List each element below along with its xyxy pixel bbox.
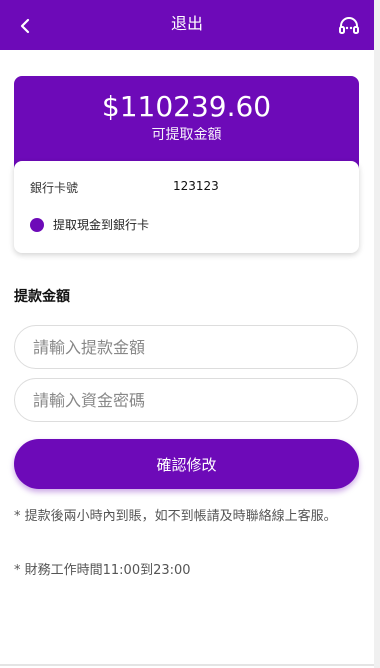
headset-icon — [339, 17, 359, 34]
bank-card-label: 銀行卡號 — [30, 181, 79, 195]
work-hours-note: * 財務工作時間11:00到23:00 — [14, 563, 191, 578]
confirm-button[interactable]: 確認修改 — [14, 439, 359, 489]
divider — [0, 664, 374, 666]
scrollbar[interactable] — [374, 0, 380, 668]
balance-label: 可提取金額 — [151, 127, 222, 143]
back-button[interactable] — [14, 14, 38, 38]
withdraw-option-label: 提取現金到銀行卡 — [53, 218, 150, 232]
withdraw-amount-input[interactable] — [14, 325, 358, 369]
chevron-left-icon — [20, 18, 30, 34]
balance-amount: $110239.60 — [101, 90, 272, 123]
bank-card-number: 123123 — [173, 179, 219, 193]
withdraw-to-bank-option[interactable]: 提取現金到銀行卡 — [30, 216, 149, 233]
top-bar: 退出 — [0, 0, 374, 50]
bank-info-card: 銀行卡號 123123 提取現金到銀行卡 — [14, 161, 359, 253]
withdraw-note: * 提款後兩小時內到賬，如不到帳請及時聯絡線上客服。 — [14, 509, 337, 524]
customer-support-button[interactable] — [336, 13, 362, 39]
page-title[interactable]: 退出 — [171, 10, 203, 34]
fund-password-input[interactable] — [14, 378, 358, 422]
section-title: 提款金額 — [14, 289, 70, 305]
radio-selected-icon[interactable] — [30, 217, 44, 232]
